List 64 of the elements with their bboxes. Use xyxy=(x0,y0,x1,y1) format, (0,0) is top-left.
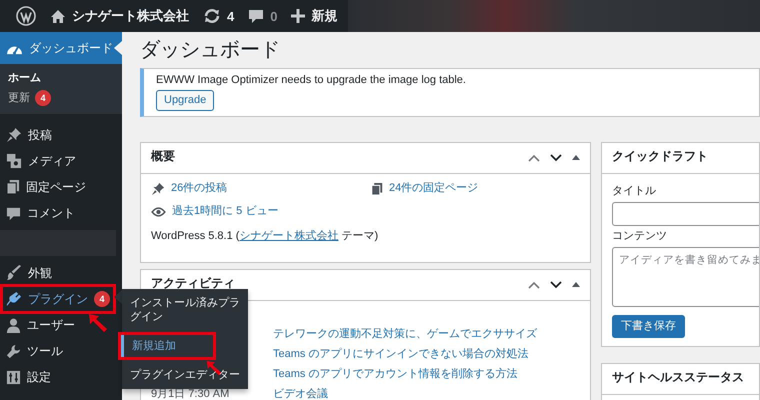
wrench-icon xyxy=(6,344,21,358)
new-content-link[interactable]: 新規 xyxy=(284,0,344,32)
wordpress-logo-icon[interactable] xyxy=(16,6,36,26)
submenu-item[interactable]: インストール済みプラグイン xyxy=(122,293,248,327)
comments-link[interactable]: 0 xyxy=(241,0,284,32)
sidebar-item[interactable]: 固定ページ xyxy=(0,174,122,200)
overview-link[interactable]: 26件の投稿 xyxy=(151,181,371,196)
sidebar-item[interactable]: 外観 xyxy=(0,260,122,286)
speech-bubble-icon xyxy=(6,206,21,220)
current-page-pointer xyxy=(114,41,122,55)
submenu-item[interactable]: ホーム xyxy=(0,68,122,88)
media-icon xyxy=(6,153,22,169)
submenu-item[interactable]: プラグインエディター xyxy=(122,365,248,385)
pages-icon xyxy=(371,182,383,196)
sidebar-item[interactable]: 設定 xyxy=(0,364,122,390)
page-title: ダッシュボード xyxy=(140,38,281,63)
updates-link[interactable]: 4 xyxy=(196,0,242,32)
site-name-link[interactable]: シナゲート株式会社 xyxy=(43,0,196,32)
pin-icon xyxy=(151,182,165,196)
notice-text: EWWW Image Optimizer needs to upgrade the image log table. xyxy=(156,73,467,87)
theme-link[interactable]: シナゲート株式会社 xyxy=(239,230,338,242)
move-down-icon[interactable] xyxy=(550,154,562,162)
post-link[interactable]: Teams のアプリでアカウント情報を削除する方法 xyxy=(273,367,518,382)
sidebar-item[interactable]: メディア xyxy=(0,148,122,174)
collapse-icon[interactable] xyxy=(572,155,580,161)
submenu-item[interactable]: 新規追加 xyxy=(121,335,213,357)
sidebar-item[interactable]: ダッシュボード xyxy=(0,32,122,64)
count-badge: 4 xyxy=(35,90,51,106)
home-icon xyxy=(50,8,66,24)
collapse-icon[interactable] xyxy=(572,282,580,288)
plug-icon xyxy=(6,291,22,307)
submenu-item[interactable]: 更新 4 xyxy=(0,88,122,108)
panel-title: サイトヘルスステータス xyxy=(612,370,745,384)
sidebar-item[interactable]: コメント xyxy=(0,200,122,226)
sidebar-item[interactable]: 投稿 xyxy=(0,122,122,148)
pin-icon xyxy=(6,127,22,143)
person-icon xyxy=(6,318,21,332)
count-badge: 4 xyxy=(94,291,110,307)
speech-bubble-icon xyxy=(248,8,264,24)
move-down-icon[interactable] xyxy=(550,281,562,289)
eye-icon xyxy=(151,206,166,216)
upgrade-button[interactable]: Upgrade xyxy=(156,90,214,111)
overview-link[interactable]: 24件の固定ページ xyxy=(371,181,580,196)
refresh-icon xyxy=(203,8,221,24)
sidebar-item[interactable]: ユーザー xyxy=(0,312,122,338)
move-up-icon[interactable] xyxy=(528,154,540,162)
field-label: コンテンツ xyxy=(612,229,668,244)
plus-icon xyxy=(291,9,306,23)
panel-title: アクティビティ xyxy=(151,276,236,290)
field-label: タイトル xyxy=(612,184,657,199)
panel-title: クイックドラフト xyxy=(612,149,709,163)
save-draft-button[interactable]: 下書き保存 xyxy=(612,315,685,338)
overview-link[interactable]: 過去1時間に 5 ビュー xyxy=(151,204,371,219)
title-input-field[interactable] xyxy=(612,202,759,226)
pages-icon xyxy=(6,179,20,195)
post-link[interactable]: ビデオ会議 xyxy=(273,387,328,400)
panel-title: 概要 xyxy=(151,149,176,163)
post-link[interactable]: テレワークの運動不足対策に、ゲームでエクササイズ xyxy=(273,327,537,342)
paintbrush-icon xyxy=(6,265,22,281)
post-link[interactable]: Teams のアプリにサインインできない場合の対処法 xyxy=(273,347,528,362)
move-up-icon[interactable] xyxy=(528,281,540,289)
sidebar-item[interactable]: ツール xyxy=(0,338,122,364)
sliders-icon xyxy=(6,370,21,384)
version-text: WordPress 5.8.1 (シナゲート株式会社 テーマ) xyxy=(151,229,380,244)
